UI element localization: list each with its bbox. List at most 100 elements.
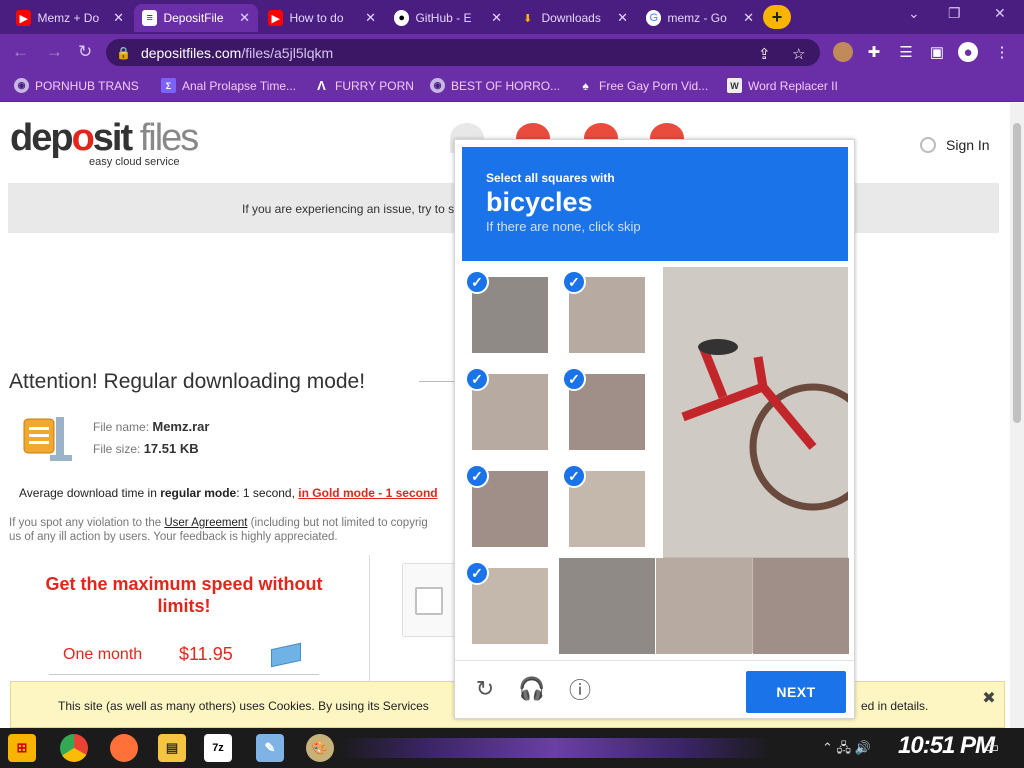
divider	[419, 381, 459, 382]
reading-list-icon[interactable]: ☰	[896, 42, 916, 62]
chevron-down-icon[interactable]: ⌄	[908, 5, 920, 22]
youtube-icon: ▶	[268, 10, 284, 26]
bookmark-item[interactable]: W Word Replacer II	[727, 78, 838, 93]
file-explorer-icon[interactable]: ▤	[158, 734, 186, 762]
taskbar-decoration	[340, 738, 770, 758]
depositfiles-logo[interactable]: deposit files	[10, 117, 199, 160]
back-arrow-icon[interactable]: ←	[12, 42, 29, 62]
captcha-tile[interactable]: ✓	[559, 364, 655, 460]
7zip-icon[interactable]: 7z	[204, 734, 232, 762]
archive-file-icon	[23, 417, 72, 461]
tab-memz-youtube[interactable]: ▶ Memz + Do ✕	[8, 4, 132, 32]
info-icon[interactable]: ⓘ	[566, 675, 594, 703]
file-size: File size: 17.51 KB	[93, 441, 199, 456]
extension-avatar-icon[interactable]	[833, 42, 853, 62]
checkmark-icon: ✓	[465, 561, 489, 585]
tab-depositfiles[interactable]: ≡ DepositFile ✕	[134, 4, 258, 32]
address-bar[interactable]: 🔒 depositfiles.com /files/a5jl5lqkm ⇪ ☆	[106, 39, 820, 66]
scrollbar-thumb[interactable]	[1013, 123, 1021, 423]
bookmark-item[interactable]: Λ FURRY PORN	[314, 78, 414, 93]
bird-icon: ♠	[582, 78, 589, 93]
reload-icon[interactable]: ↻	[78, 42, 92, 62]
captcha-checkbox[interactable]	[415, 587, 443, 615]
download-icon: ⬇	[523, 12, 533, 25]
github-icon: ●	[394, 10, 410, 26]
bookmark-item[interactable]: ◉ BEST OF HORRO...	[430, 78, 560, 93]
price-row[interactable]: One month $11.95	[49, 642, 319, 675]
captcha-checkbox-widget	[402, 563, 458, 637]
notification-icon[interactable]: ▭	[985, 738, 999, 756]
system-tray[interactable]: ⌃ 🖧 🔊	[822, 739, 871, 761]
captcha-tile[interactable]: ✓	[559, 267, 655, 363]
checkmark-icon: ✓	[465, 367, 489, 391]
firefox-icon[interactable]	[110, 734, 138, 762]
close-window-icon[interactable]: ✕	[994, 5, 1006, 22]
close-tab-icon[interactable]: ✕	[113, 10, 124, 26]
captcha-footer: ↻ 🎧 ⓘ NEXT	[455, 660, 854, 720]
google-icon: G	[646, 10, 662, 26]
restore-window-icon[interactable]: ❐	[948, 5, 961, 22]
share-icon[interactable]: ⇪	[758, 45, 771, 63]
url-domain: depositfiles.com	[140, 44, 242, 61]
user-icon	[920, 137, 936, 153]
notepad-icon[interactable]: ✎	[256, 734, 284, 762]
captcha-tile[interactable]: ✓	[462, 364, 558, 460]
side-panel-icon[interactable]: ▣	[927, 42, 947, 62]
tab-how-to-youtube[interactable]: ▶ How to do ✕	[260, 4, 384, 32]
page-title: Attention! Regular downloading mode!	[9, 370, 366, 393]
close-tab-icon[interactable]: ✕	[365, 10, 376, 26]
captcha-tile[interactable]: ✓	[462, 558, 558, 654]
sign-in-label: Sign In	[946, 137, 990, 153]
bookmarks-bar: ◉ PORNHUB TRANS Σ Anal Prolapse Time... ΛF…	[0, 70, 1024, 102]
tab-downloads[interactable]: ⬇ Downloads ✕	[512, 4, 636, 32]
bookmark-label: BEST OF HORRO...	[451, 78, 561, 93]
tab-github[interactable]: ● GitHub - E ✕	[386, 4, 510, 32]
tab-google[interactable]: G memz - Go ✕	[638, 4, 762, 32]
captcha-tile[interactable]	[559, 558, 655, 654]
cookie-text-tail: ed in details.	[861, 699, 929, 713]
captcha-tile[interactable]	[656, 558, 752, 654]
gold-mode-link[interactable]: in Gold mode - 1 second	[298, 486, 437, 500]
puzzle-extensions-icon[interactable]: ✚	[864, 42, 884, 62]
forward-arrow-icon[interactable]: →	[46, 42, 63, 62]
start-button-icon[interactable]: ⊞	[8, 734, 36, 762]
plan-price: $11.95	[179, 644, 233, 664]
tab-strip: ▶ Memz + Do ✕ ≡ DepositFile ✕ ▶ How to d…	[0, 0, 1024, 34]
close-tab-icon[interactable]: ✕	[239, 10, 250, 26]
bookmark-item[interactable]: Σ Anal Prolapse Time...	[161, 78, 296, 93]
tab-title: Downloads	[541, 11, 601, 25]
captcha-tile[interactable]: ✓	[559, 461, 655, 557]
close-tab-icon[interactable]: ✕	[491, 10, 502, 26]
tile-image	[656, 558, 752, 654]
captcha-tile[interactable]: ✓	[462, 267, 558, 363]
close-tab-icon[interactable]: ✕	[617, 10, 628, 26]
close-cookie-icon[interactable]: ✖	[979, 688, 999, 708]
user-agreement-link[interactable]: User Agreement	[164, 517, 247, 529]
tile-image	[559, 558, 655, 654]
credit-card-icon	[271, 642, 301, 668]
headphones-icon[interactable]: 🎧	[518, 675, 546, 703]
page-scrollbar[interactable]	[1010, 103, 1024, 728]
sigma-icon: Σ	[161, 78, 176, 93]
sign-in-link[interactable]: Sign In	[920, 137, 990, 153]
paint-icon[interactable]: 🎨	[306, 734, 334, 762]
kebab-menu-icon[interactable]: ⋮	[992, 42, 1012, 62]
close-tab-icon[interactable]: ✕	[743, 10, 754, 26]
globe-icon: ◉	[14, 78, 29, 93]
next-button[interactable]: NEXT	[746, 671, 846, 713]
gold-promo-heading: Get the maximum speed without limits!	[45, 574, 323, 616]
chrome-icon[interactable]	[60, 734, 88, 762]
bookmark-item[interactable]: ◉ PORNHUB TRANS	[14, 78, 139, 93]
bookmark-item[interactable]: ♠ Free Gay Porn Vid...	[578, 78, 708, 93]
lambda-icon: Λ	[317, 78, 326, 93]
bookmark-label: Anal Prolapse Time...	[182, 78, 297, 93]
new-tab-button[interactable]: +	[763, 5, 791, 29]
captcha-tile[interactable]: ✓	[462, 461, 558, 557]
clock[interactable]: 10:51 PM	[898, 732, 995, 760]
captcha-hint: If there are none, click skip	[486, 219, 641, 234]
bookmark-star-icon[interactable]: ☆	[792, 45, 805, 63]
captcha-tile[interactable]	[753, 558, 849, 654]
profile-icon[interactable]: ●	[958, 42, 978, 62]
bookmark-label: FURRY PORN	[335, 78, 414, 93]
refresh-icon[interactable]: ↻	[471, 675, 499, 703]
